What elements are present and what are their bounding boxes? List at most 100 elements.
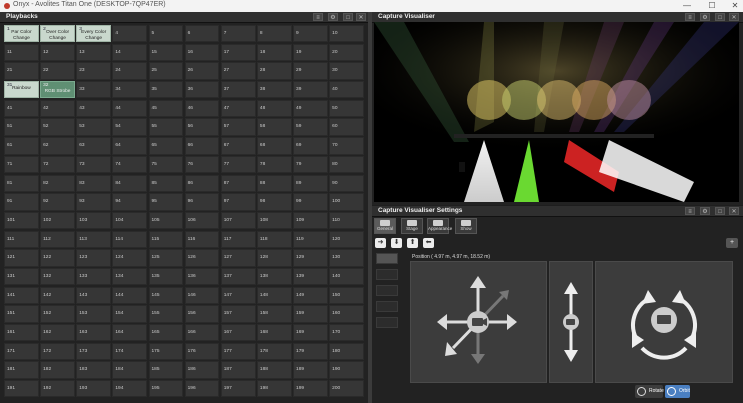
- playback-cell[interactable]: 185: [148, 361, 184, 379]
- playback-cell[interactable]: 49: [293, 99, 328, 118]
- playback-cell[interactable]: 86: [184, 174, 220, 192]
- playback-cell[interactable]: 134: [112, 267, 148, 286]
- playback-cell[interactable]: 77: [220, 155, 256, 174]
- playback-cell[interactable]: 36: [184, 81, 220, 99]
- playback-cell[interactable]: 18: [256, 43, 292, 62]
- playback-cell[interactable]: 11: [4, 43, 39, 62]
- rotate-control[interactable]: [595, 261, 733, 383]
- playback-cell[interactable]: 146: [184, 286, 220, 305]
- view-button-3[interactable]: [376, 285, 398, 296]
- close-icon[interactable]: ✕: [727, 0, 743, 12]
- playback-cell[interactable]: 26: [184, 62, 220, 80]
- playback-cell[interactable]: 10: [329, 25, 364, 43]
- playback-cell[interactable]: 179: [293, 342, 328, 361]
- playback-cell[interactable]: 9: [293, 25, 328, 43]
- playback-cell[interactable]: 135: [148, 267, 184, 286]
- playback-cell[interactable]: 68: [256, 137, 292, 155]
- playback-cell[interactable]: 137: [220, 267, 256, 286]
- playback-cell[interactable]: 30: [329, 62, 364, 80]
- rotate-button[interactable]: Rotate: [635, 385, 664, 398]
- playback-cell[interactable]: 199: [293, 380, 328, 398]
- playback-cell[interactable]: 69: [293, 137, 328, 155]
- playback-cell[interactable]: 99: [293, 193, 328, 211]
- add-button[interactable]: +: [726, 238, 738, 248]
- playback-cell[interactable]: 79: [293, 155, 328, 174]
- playback-cell[interactable]: 62: [40, 137, 75, 155]
- playback-cell[interactable]: 92: [40, 193, 75, 211]
- playback-cell[interactable]: 55: [148, 118, 184, 136]
- playback-cell[interactable]: 147: [220, 286, 256, 305]
- playback-cell[interactable]: 33: [76, 81, 112, 99]
- playback-cell[interactable]: 78: [256, 155, 292, 174]
- playback-cell[interactable]: 141: [4, 286, 39, 305]
- playback-cell[interactable]: 165: [148, 324, 184, 342]
- playback-cell[interactable]: 53: [76, 118, 112, 136]
- playback-cell[interactable]: 25: [148, 62, 184, 80]
- playback-cell[interactable]: 40: [329, 81, 364, 99]
- playback-cell[interactable]: 104: [112, 211, 148, 230]
- playback-cell[interactable]: 171: [4, 342, 39, 361]
- arrow-left-button[interactable]: ⬅: [423, 238, 434, 248]
- playback-cell[interactable]: 24: [112, 62, 148, 80]
- playback-cell[interactable]: 120: [329, 230, 364, 248]
- tab-general[interactable]: General: [374, 218, 396, 234]
- playback-cell[interactable]: 1 Par Color Change: [4, 25, 39, 43]
- playback-cell[interactable]: 149: [293, 286, 328, 305]
- playback-cell[interactable]: 70: [329, 137, 364, 155]
- playback-cell[interactable]: 155: [148, 305, 184, 323]
- playback-cell[interactable]: 107: [220, 211, 256, 230]
- playback-cell[interactable]: 136: [184, 267, 220, 286]
- playback-cell[interactable]: 124: [112, 249, 148, 267]
- playback-cell[interactable]: 15: [148, 43, 184, 62]
- playback-cell[interactable]: 115: [148, 230, 184, 248]
- arrow-right-button[interactable]: ➜: [375, 238, 386, 248]
- playback-cell[interactable]: 133: [76, 267, 112, 286]
- playback-cell[interactable]: 60: [329, 118, 364, 136]
- playback-cell[interactable]: 3 Every Color Change: [76, 25, 112, 43]
- playback-cell[interactable]: 28: [256, 62, 292, 80]
- playback-cell[interactable]: 190: [329, 361, 364, 379]
- playback-cell[interactable]: 31 Rainbow: [4, 81, 39, 99]
- playback-cell[interactable]: 112: [40, 230, 75, 248]
- playback-cell[interactable]: 32 RGB Strobe: [40, 81, 75, 99]
- playback-cell[interactable]: 178: [256, 342, 292, 361]
- playback-cell[interactable]: 94: [112, 193, 148, 211]
- playback-cell[interactable]: 139: [293, 267, 328, 286]
- playback-cell[interactable]: 167: [220, 324, 256, 342]
- playback-cell[interactable]: 151: [4, 305, 39, 323]
- playback-cell[interactable]: 39: [293, 81, 328, 99]
- playback-cell[interactable]: 142: [40, 286, 75, 305]
- playback-cell[interactable]: 46: [184, 99, 220, 118]
- playback-cell[interactable]: 170: [329, 324, 364, 342]
- playback-cell[interactable]: 57: [220, 118, 256, 136]
- playback-cell[interactable]: 96: [184, 193, 220, 211]
- playback-cell[interactable]: 84: [112, 174, 148, 192]
- view-button-5[interactable]: [376, 317, 398, 328]
- playback-cell[interactable]: 156: [184, 305, 220, 323]
- playback-cell[interactable]: 58: [256, 118, 292, 136]
- playback-cell[interactable]: 189: [293, 361, 328, 379]
- playback-cell[interactable]: 108: [256, 211, 292, 230]
- playback-cell[interactable]: 114: [112, 230, 148, 248]
- playback-cell[interactable]: 71: [4, 155, 39, 174]
- playback-cell[interactable]: 100: [329, 193, 364, 211]
- playback-cell[interactable]: 51: [4, 118, 39, 136]
- dolly-control[interactable]: [549, 261, 593, 383]
- arrow-up-button[interactable]: ⬆: [407, 238, 418, 248]
- playback-cell[interactable]: 177: [220, 342, 256, 361]
- playback-cell[interactable]: 166: [184, 324, 220, 342]
- playback-cell[interactable]: 161: [4, 324, 39, 342]
- playback-cell[interactable]: 88: [256, 174, 292, 192]
- playback-cell[interactable]: 150: [329, 286, 364, 305]
- stage-visualisation[interactable]: [374, 22, 739, 202]
- orbit-button[interactable]: Orbit: [665, 385, 690, 398]
- playback-cell[interactable]: 111: [4, 230, 39, 248]
- playback-cell[interactable]: 132: [40, 267, 75, 286]
- playback-cell[interactable]: 121: [4, 249, 39, 267]
- panel-settings-icon[interactable]: ⚙: [700, 13, 710, 21]
- playback-cell[interactable]: 87: [220, 174, 256, 192]
- tab-show[interactable]: Show: [455, 218, 477, 234]
- playback-cell[interactable]: 5: [148, 25, 184, 43]
- panel-close-icon[interactable]: ✕: [356, 13, 366, 21]
- arrow-down-button[interactable]: ⬇: [391, 238, 402, 248]
